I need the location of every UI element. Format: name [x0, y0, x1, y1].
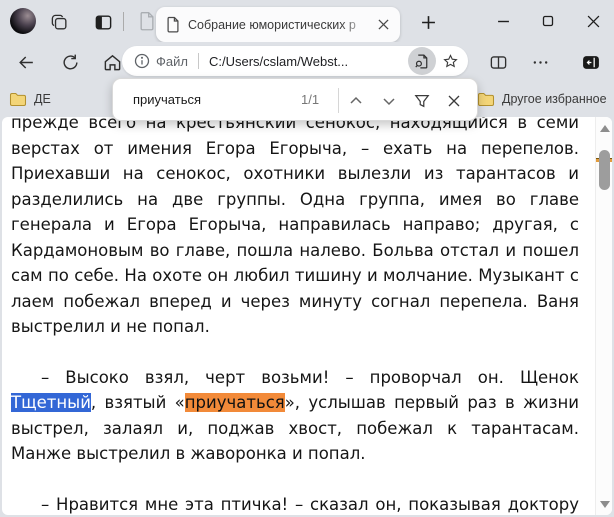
search-on-page-icon[interactable] — [408, 47, 436, 75]
folder-icon — [477, 92, 495, 106]
paragraph: прежде всего на крестьянский сенокос, на… — [11, 117, 579, 336]
favorites-folder-other-label: Другое избранное — [502, 92, 607, 106]
url-scheme-label: Файл — [156, 53, 188, 69]
tab-title: Собрание юмористических р — [188, 17, 356, 32]
find-match-highlight: приучаться — [184, 393, 285, 412]
window-minimize-button[interactable] — [487, 6, 519, 36]
find-filter-icon[interactable] — [409, 88, 435, 114]
paragraph: – Высоко взял, черт возьми! – проворчал … — [11, 365, 579, 467]
find-next-icon[interactable] — [376, 88, 402, 114]
favorites-folder-left-label: ДЕ — [34, 92, 51, 106]
active-tab[interactable]: Собрание юмористических р — [156, 7, 400, 42]
titlebar-divider — [123, 12, 124, 31]
window-close-button[interactable] — [577, 6, 609, 36]
favorite-star-icon[interactable] — [436, 47, 464, 75]
sidebar-toggle-icon[interactable] — [577, 48, 605, 76]
scrollbar-thumb[interactable] — [599, 150, 610, 190]
vertical-tabs-icon[interactable] — [90, 9, 116, 35]
web-content-area: прежде всего на крестьянский сенокос, на… — [2, 117, 612, 515]
refresh-button[interactable] — [56, 48, 84, 76]
inactive-tab-page-icon[interactable] — [138, 11, 156, 31]
find-in-page-bar: 1/1 — [112, 78, 478, 121]
site-info-icon[interactable] — [134, 53, 150, 69]
find-previous-icon[interactable] — [343, 88, 369, 114]
address-divider — [197, 53, 199, 69]
new-tab-button[interactable] — [415, 9, 441, 35]
text-segment: , взятый « — [90, 393, 185, 412]
settings-menu-icon[interactable] — [526, 48, 554, 76]
url-text: C:/Users/cslam/Webst... — [208, 53, 349, 69]
paragraph: – Нравится мне эта птичка! – сказал он, … — [41, 494, 579, 514]
address-bar[interactable]: Файл C:/Users/cslam/Webst... — [122, 46, 468, 76]
scroll-up-icon[interactable] — [596, 119, 612, 137]
back-button[interactable] — [12, 48, 40, 76]
title-bar: Собрание юмористических р — [0, 0, 614, 42]
find-match-count: 1/1 — [301, 92, 320, 107]
find-divider — [338, 88, 339, 113]
folder-icon — [9, 92, 27, 106]
tab-close-icon[interactable] — [374, 16, 392, 34]
article-text: прежде всего на крестьянский сенокос, на… — [2, 117, 595, 515]
vertical-scrollbar[interactable] — [595, 117, 612, 515]
favorites-folder-other[interactable]: Другое избранное — [477, 87, 607, 111]
find-close-icon[interactable] — [441, 88, 467, 114]
text-segment: – Высоко взял, черт возьми! – проворчал … — [41, 367, 579, 387]
selected-text: Тщетный — [11, 393, 91, 412]
favorites-folder-left[interactable]: ДЕ — [9, 87, 51, 111]
find-input[interactable] — [133, 92, 283, 107]
navigation-toolbar: Файл C:/Users/cslam/Webst... — [0, 42, 614, 80]
workspaces-icon[interactable] — [46, 9, 72, 35]
split-screen-icon[interactable] — [484, 48, 512, 76]
tab-page-icon — [166, 16, 180, 33]
window-maximize-button[interactable] — [532, 6, 564, 36]
profile-avatar[interactable] — [10, 8, 36, 34]
scroll-down-icon[interactable] — [596, 495, 612, 513]
